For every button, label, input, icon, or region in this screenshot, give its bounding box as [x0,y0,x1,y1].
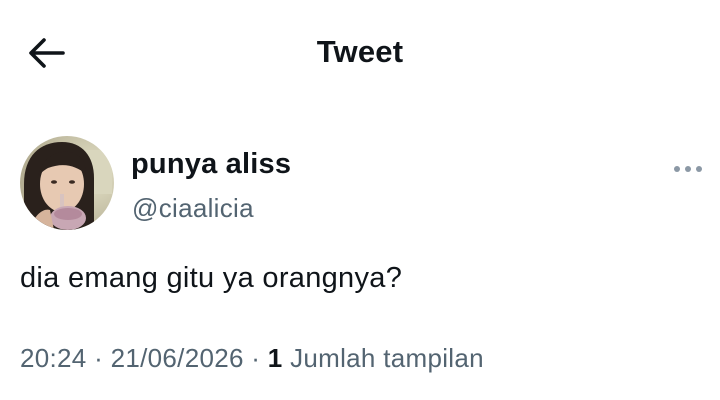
arrow-left-icon [29,38,65,68]
views-label: Jumlah tampilan [290,343,484,373]
top-bar: Tweet [0,0,720,108]
more-horizontal-icon [674,166,702,172]
views-count: 1 [267,343,283,373]
tweet-metadata: 20:24 · 21/06/2026 · 1 Jumlah tampilan [20,343,484,374]
page-title: Tweet [316,34,404,69]
meta-separator: · [94,343,104,373]
tweet-time[interactable]: 20:24 [20,343,87,373]
author-display-name[interactable]: punya aliss [131,148,291,181]
back-button[interactable] [22,34,72,72]
author-handle[interactable]: @ciaalicia [132,193,254,224]
more-options-button[interactable] [668,158,708,180]
tweet-text: dia emang gitu ya orangnya? [20,262,403,294]
profile-photo [20,136,114,230]
meta-separator: · [251,343,261,373]
avatar[interactable] [20,136,114,230]
tweet-date[interactable]: 21/06/2026 [111,343,244,373]
